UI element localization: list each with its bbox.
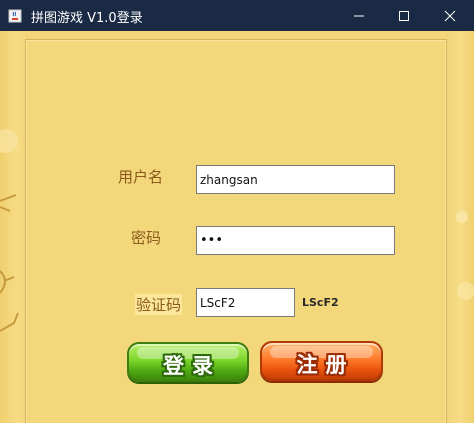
window-title: 拼图游戏 V1.0登录 — [31, 11, 143, 26]
maximize-button[interactable] — [381, 0, 427, 31]
close-icon — [444, 10, 456, 22]
java-cup-icon — [8, 8, 22, 23]
username-label: 用户名 — [118, 168, 164, 186]
register-button-label: 注册 — [296, 353, 355, 377]
maximize-icon — [399, 11, 409, 21]
close-button[interactable] — [427, 0, 473, 31]
register-button[interactable]: 注册 — [260, 341, 383, 381]
password-label: 密码 — [131, 229, 162, 247]
password-field[interactable] — [196, 226, 395, 255]
captcha-label: 验证码 — [135, 294, 183, 315]
captcha-field[interactable] — [196, 288, 295, 317]
minimize-button[interactable] — [336, 0, 382, 31]
minimize-icon — [354, 15, 364, 17]
username-field[interactable] — [196, 165, 395, 194]
window-titlebar[interactable]: 拼图游戏 V1.0登录 — [0, 0, 474, 31]
captcha-code[interactable]: LScF2 — [302, 296, 339, 309]
login-button[interactable]: 登录 — [127, 342, 249, 382]
login-button-label: 登录 — [163, 354, 221, 378]
